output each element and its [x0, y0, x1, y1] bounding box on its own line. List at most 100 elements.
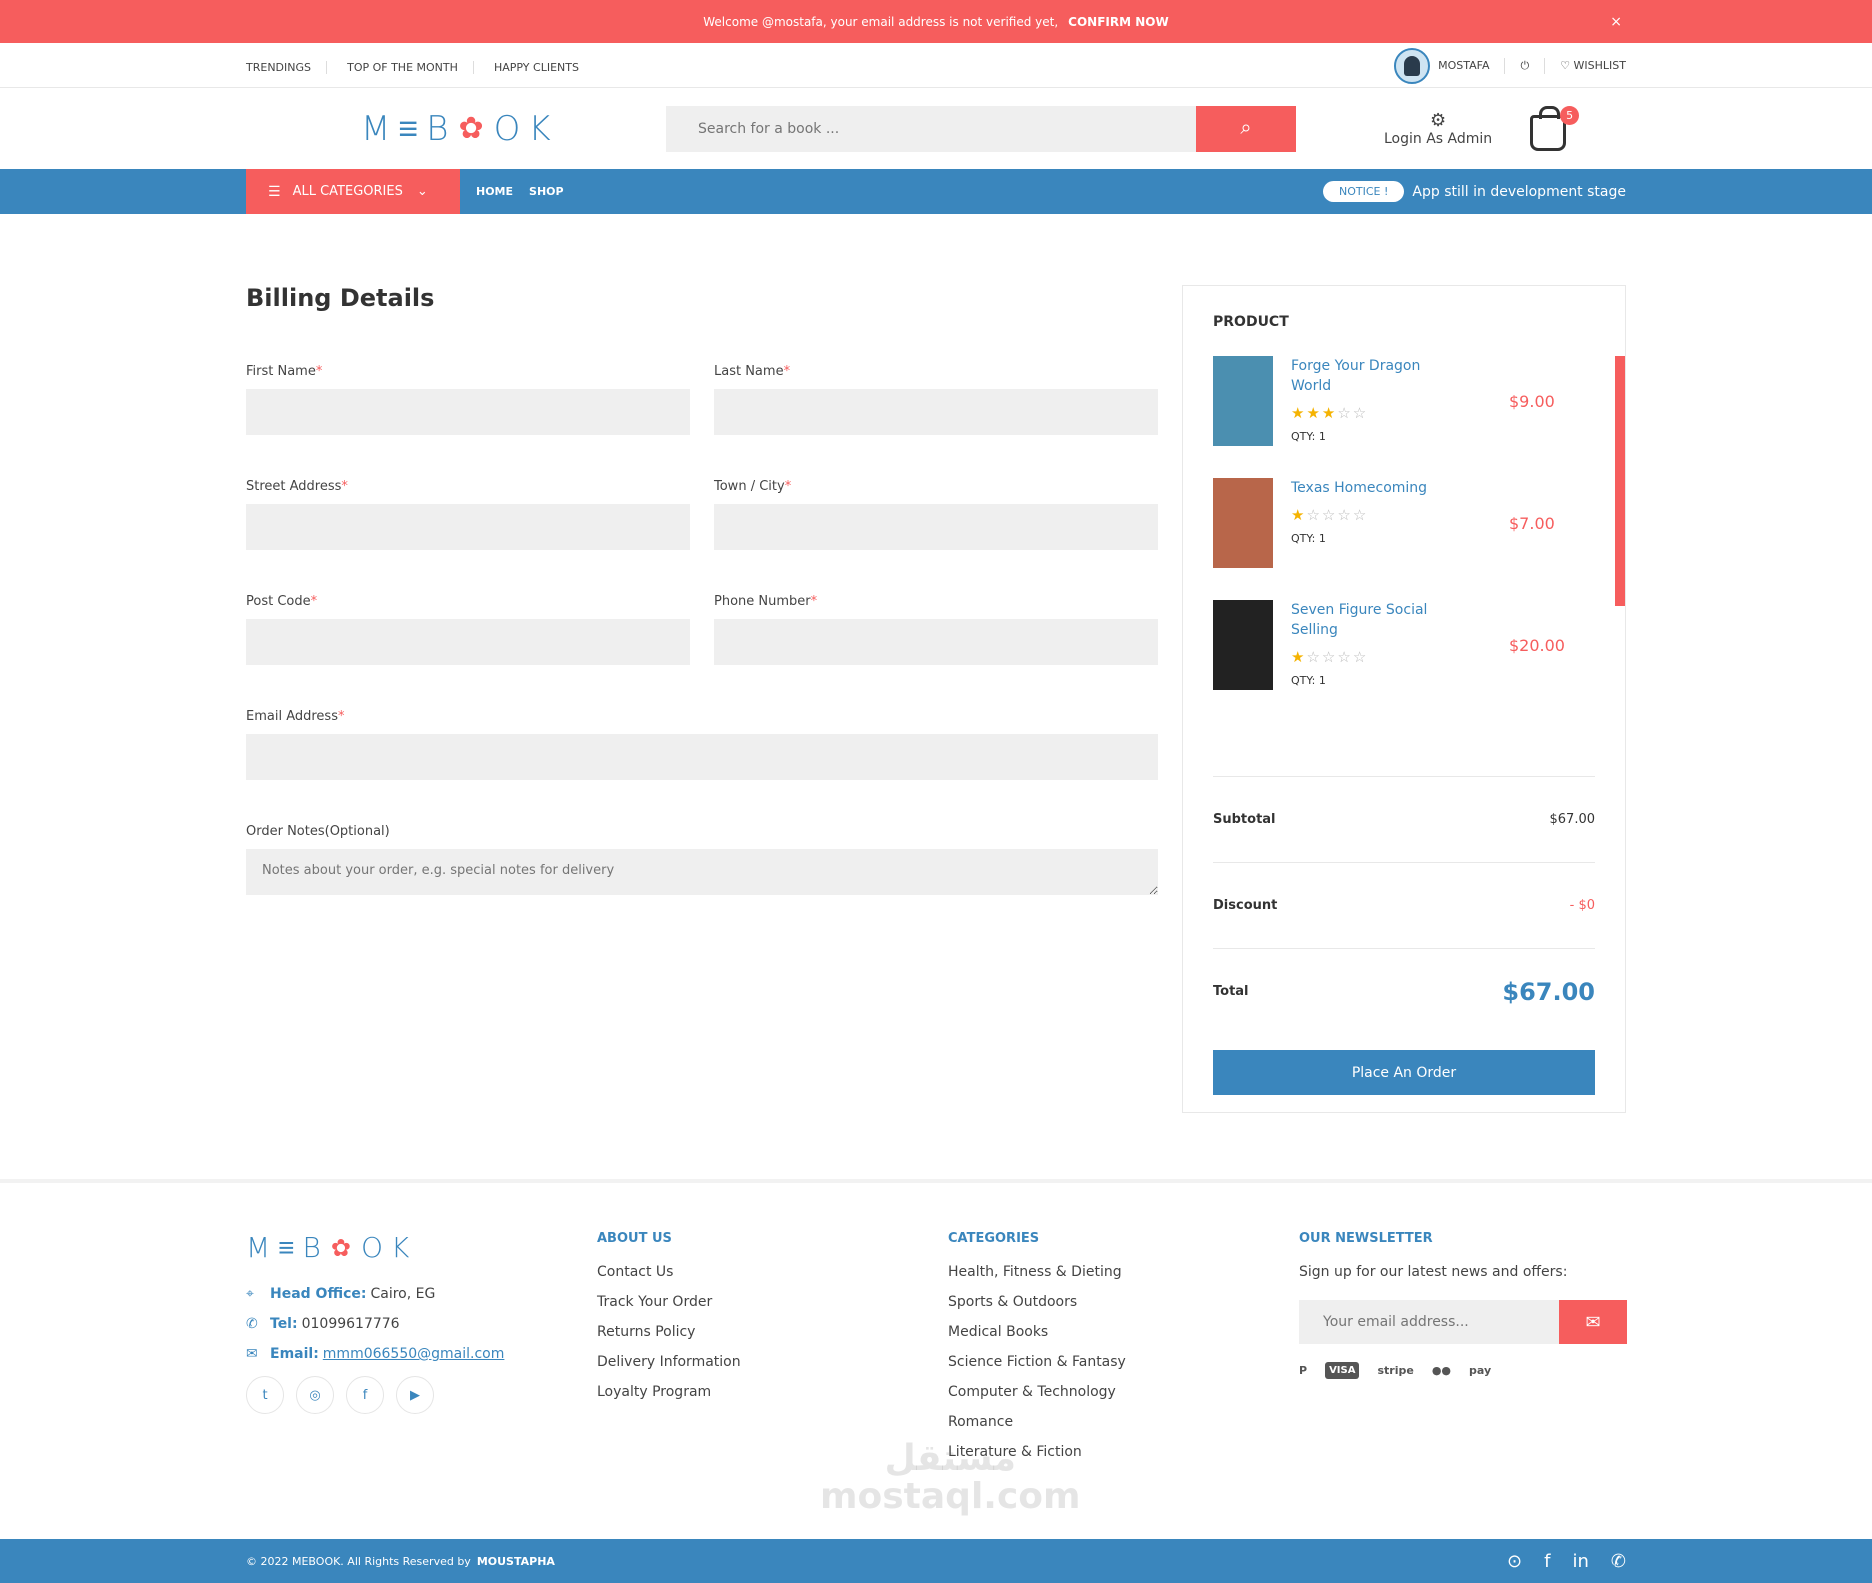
- rating-stars: ★★★☆☆: [1291, 404, 1369, 422]
- place-order-button[interactable]: Place An Order: [1213, 1050, 1595, 1095]
- trendings-link[interactable]: TRENDINGS: [246, 61, 327, 74]
- rating-stars: ★☆☆☆☆: [1291, 506, 1369, 524]
- facebook-icon[interactable]: f: [346, 1376, 384, 1414]
- post-code-field[interactable]: [246, 619, 690, 665]
- search-button[interactable]: ⌕: [1196, 105, 1296, 152]
- youtube-icon[interactable]: ▶: [396, 1376, 434, 1414]
- phone-field[interactable]: [714, 619, 1158, 665]
- footer-about: ABOUT US Contact Us Track Your Order Retur…: [597, 1231, 741, 1414]
- street-field[interactable]: [246, 504, 690, 550]
- town-field[interactable]: [714, 504, 1158, 550]
- mail-icon: ✉: [246, 1346, 258, 1362]
- category-link[interactable]: Sports & Outdoors: [948, 1294, 1126, 1310]
- amazon-pay-icon: pay: [1469, 1364, 1492, 1377]
- copyright: © 2022 MEBOOK. All Rights Reserved by MOU…: [246, 1554, 555, 1568]
- email-link[interactable]: mmm066550@gmail.com: [323, 1346, 505, 1362]
- category-link[interactable]: Computer & Technology: [948, 1384, 1126, 1400]
- email: ✉ Email: mmm066550@gmail.com: [246, 1346, 505, 1362]
- happy-clients-link[interactable]: HAPPY CLIENTS: [479, 61, 594, 74]
- category-link[interactable]: Health, Fitness & Dieting: [948, 1264, 1126, 1280]
- category-link[interactable]: Romance: [948, 1414, 1126, 1430]
- checkout-main: Billing Details First Name* Last Name* S…: [0, 214, 1872, 1179]
- newsletter-submit-button[interactable]: ✉: [1559, 1300, 1627, 1344]
- all-categories-button[interactable]: ☰ ALL CATEGORIES ⌄: [246, 169, 460, 214]
- item-price: $7.00: [1509, 514, 1555, 533]
- book-title[interactable]: Texas Homecoming: [1291, 478, 1451, 498]
- header: M≡B✿OK ⌕ ⚙ Login As Admin 5: [0, 88, 1872, 169]
- search-bar: ⌕: [666, 105, 1296, 152]
- nav-home[interactable]: HOME: [476, 185, 513, 198]
- subtotal-row: Subtotal $67.00: [1213, 776, 1595, 862]
- quantity: QTY: 1: [1291, 532, 1326, 545]
- social-links: t ◎ f ▶: [246, 1376, 506, 1414]
- cart-badge: 5: [1560, 105, 1580, 125]
- rating-stars: ★☆☆☆☆: [1291, 648, 1369, 666]
- author-link[interactable]: MOUSTAPHA: [477, 1555, 555, 1568]
- book-cover[interactable]: [1213, 478, 1273, 568]
- last-name-field[interactable]: [714, 389, 1158, 435]
- instagram-icon[interactable]: ◎: [296, 1376, 334, 1414]
- verification-alert: Welcome @mostafa, your email address is …: [0, 0, 1872, 43]
- avatar[interactable]: [1394, 47, 1431, 84]
- total-value: $67.00: [1502, 977, 1595, 1006]
- newsletter-email-input[interactable]: [1299, 1300, 1559, 1344]
- discount-label: Discount: [1213, 898, 1278, 913]
- category-link[interactable]: Medical Books: [948, 1324, 1126, 1340]
- footer-logo[interactable]: M ≡ B ✿ OK: [246, 1231, 506, 1264]
- power-icon[interactable]: ⏻: [1520, 59, 1529, 73]
- town-label: Town / City*: [714, 479, 792, 494]
- linkedin-icon[interactable]: in: [1572, 1551, 1588, 1572]
- first-name-field[interactable]: [246, 389, 690, 435]
- main-nav: ☰ ALL CATEGORIES ⌄ HOME SHOP NOTICE ! Ap…: [0, 169, 1872, 214]
- about-link[interactable]: Returns Policy: [597, 1324, 741, 1340]
- street-label: Street Address*: [246, 479, 348, 494]
- twitter-icon[interactable]: t: [246, 1376, 284, 1414]
- about-link[interactable]: Contact Us: [597, 1264, 741, 1280]
- order-notes-field[interactable]: [246, 849, 1158, 895]
- wishlist-link[interactable]: WISHLIST: [1574, 59, 1626, 72]
- telephone: ✆ Tel: 01099617776: [246, 1316, 400, 1332]
- email-field[interactable]: [246, 734, 1158, 780]
- whatsapp-icon[interactable]: ✆: [1611, 1551, 1626, 1572]
- subtotal-label: Subtotal: [1213, 812, 1276, 827]
- book-title[interactable]: Seven Figure Social Selling: [1291, 600, 1451, 640]
- about-link[interactable]: Track Your Order: [597, 1294, 741, 1310]
- bottom-bar: © 2022 MEBOOK. All Rights Reserved by MOU…: [0, 1539, 1872, 1583]
- scrollbar[interactable]: [1615, 356, 1625, 606]
- top-of-month-link[interactable]: TOP OF THE MONTH: [332, 61, 474, 74]
- heart-icon[interactable]: ♡: [1560, 59, 1573, 72]
- last-name-label: Last Name*: [714, 364, 791, 379]
- order-item: Forge Your Dragon World ★★★☆☆ QTY: 1 $9.00: [1213, 356, 1595, 448]
- cart-icon[interactable]: 5: [1530, 105, 1580, 151]
- subtotal-value: $67.00: [1549, 812, 1596, 827]
- about-link[interactable]: Delivery Information: [597, 1354, 741, 1370]
- about-link[interactable]: Loyalty Program: [597, 1384, 741, 1400]
- book-title[interactable]: Forge Your Dragon World: [1291, 356, 1451, 396]
- book-cover[interactable]: [1213, 600, 1273, 690]
- logo[interactable]: M ≡ B ✿ OK: [361, 109, 621, 149]
- github-icon[interactable]: ⊙: [1507, 1551, 1522, 1572]
- post-code-label: Post Code*: [246, 594, 318, 609]
- discount-value: - $0: [1569, 898, 1595, 913]
- username[interactable]: MOSTAFA: [1438, 59, 1489, 72]
- nav-shop[interactable]: SHOP: [529, 185, 564, 198]
- newsletter-title: OUR NEWSLETTER: [1299, 1231, 1433, 1246]
- book-cover[interactable]: [1213, 356, 1273, 446]
- search-input[interactable]: [666, 105, 1196, 152]
- category-link[interactable]: Science Fiction & Fantasy: [948, 1354, 1126, 1370]
- mastercard-icon: ●●: [1431, 1364, 1452, 1377]
- watermark: مستقل mostaql.com: [820, 1438, 1081, 1517]
- notice-pill: NOTICE !: [1323, 181, 1405, 202]
- total-row: Total $67.00: [1213, 948, 1595, 1034]
- total-label: Total: [1213, 984, 1249, 999]
- confirm-now-link[interactable]: CONFIRM NOW: [1068, 15, 1169, 29]
- notice: NOTICE ! App still in development stage: [1323, 181, 1626, 202]
- login-as-admin[interactable]: ⚙ Login As Admin: [1384, 110, 1492, 147]
- close-icon[interactable]: ×: [1610, 14, 1622, 30]
- categories-label: ALL CATEGORIES: [292, 184, 403, 199]
- gear-icon: ⚙: [1430, 110, 1447, 131]
- categories-title: CATEGORIES: [948, 1231, 1040, 1246]
- facebook-icon[interactable]: f: [1544, 1551, 1550, 1572]
- item-price: $9.00: [1509, 392, 1555, 411]
- footer-contact: M ≡ B ✿ OK ⌖ Head Office: Cairo, EG ✆ Tel: 010…: [246, 1231, 506, 1414]
